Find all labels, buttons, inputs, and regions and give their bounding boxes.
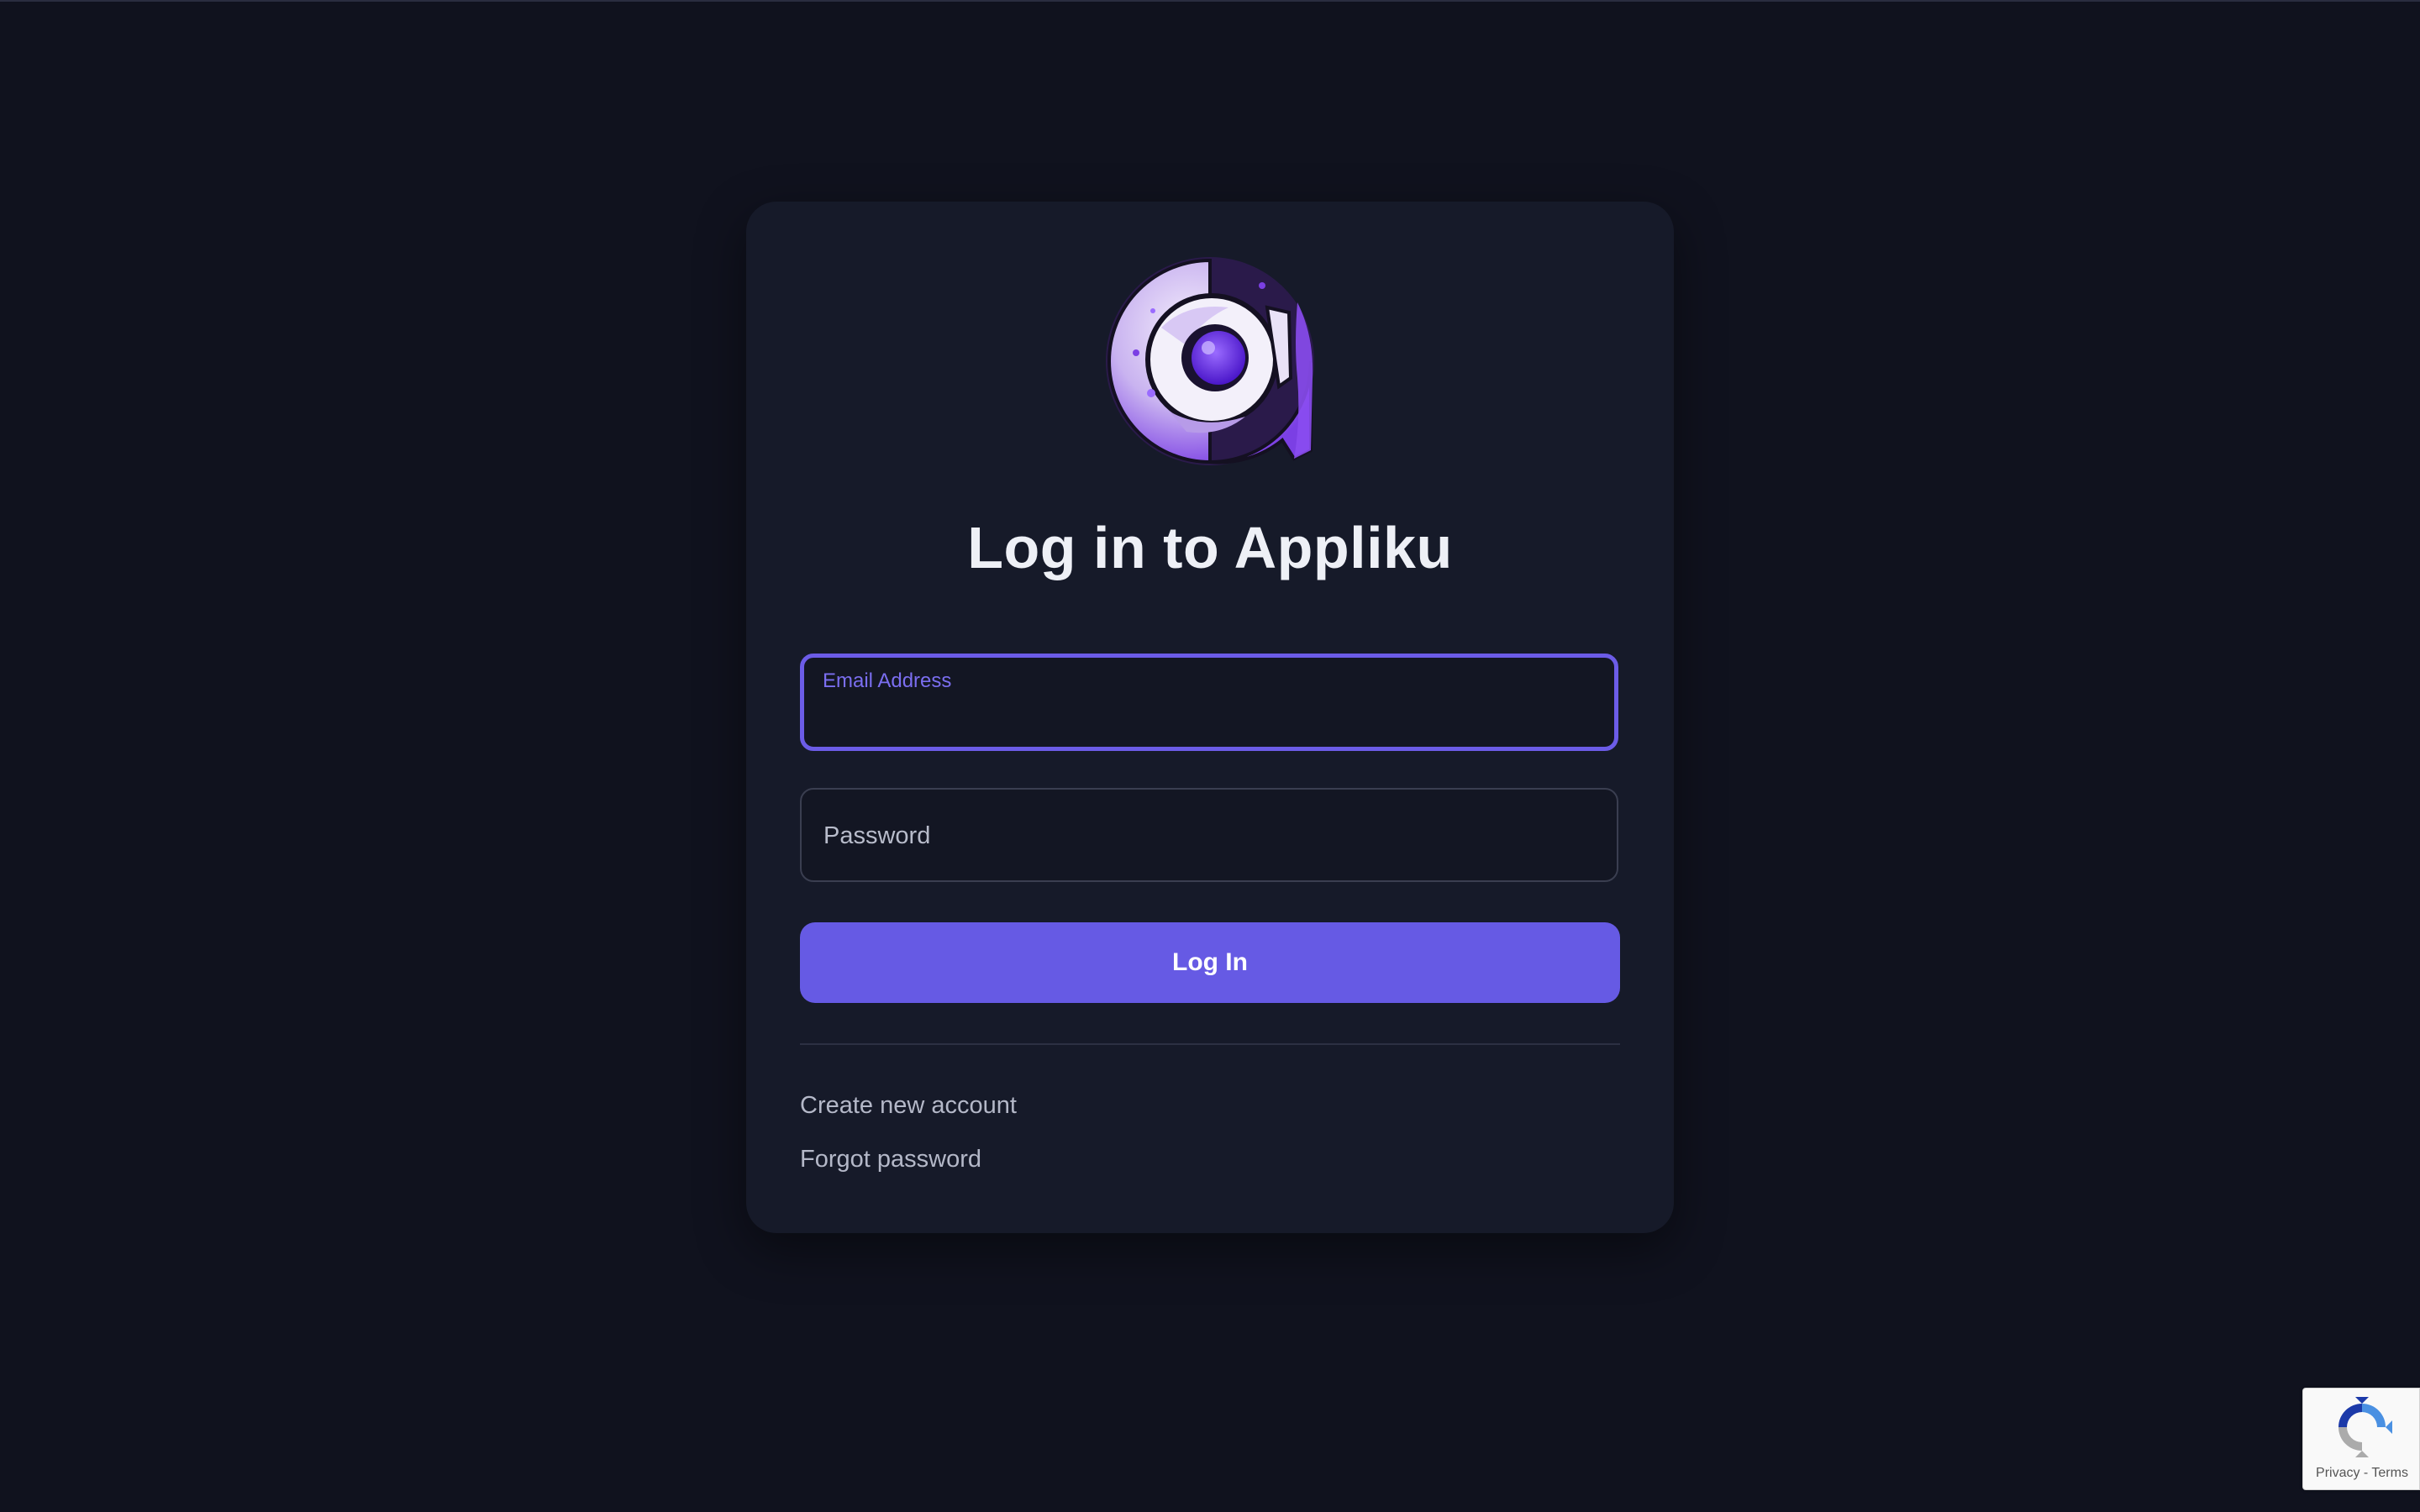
login-button[interactable]: Log In (800, 922, 1620, 1003)
email-field[interactable]: Email Address (800, 654, 1618, 751)
recaptcha-separator: - (2360, 1466, 2372, 1480)
recaptcha-privacy-link[interactable]: Privacy (2316, 1466, 2360, 1480)
divider (800, 1043, 1620, 1045)
recaptcha-terms-link[interactable]: Terms (2371, 1466, 2408, 1480)
password-field[interactable] (800, 788, 1618, 882)
top-border (0, 0, 2420, 2)
email-label: Email Address (823, 669, 952, 692)
email-input[interactable] (823, 701, 1582, 740)
recaptcha-badge[interactable]: Privacy - Terms (2302, 1388, 2420, 1490)
login-card: Log in to Appliku Email Address Log In C… (746, 202, 1674, 1233)
recaptcha-icon (2338, 1397, 2392, 1457)
forgot-password-link[interactable]: Forgot password (800, 1146, 981, 1173)
appliku-logo-icon (1106, 257, 1314, 465)
create-account-link[interactable]: Create new account (800, 1092, 1017, 1120)
password-input[interactable] (822, 790, 1581, 882)
page-title: Log in to Appliku (967, 515, 1453, 580)
recaptcha-links: Privacy - Terms (2303, 1466, 2420, 1481)
